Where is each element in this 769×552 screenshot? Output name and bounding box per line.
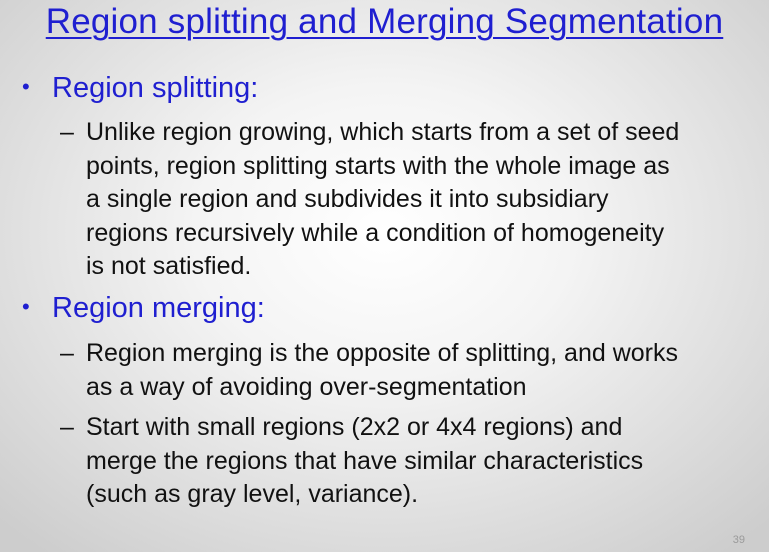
sub-point-text: Region merging is the opposite of splitt… xyxy=(86,339,678,401)
dash-icon: – xyxy=(60,339,74,367)
bullet-dot-icon: • xyxy=(22,74,30,99)
slide-title: Region splitting and Merging Segmentatio… xyxy=(45,2,724,41)
dash-icon: – xyxy=(60,118,74,146)
bullet-heading: Region merging: xyxy=(52,292,265,324)
dash-icon: – xyxy=(60,413,74,441)
bullet-region-splitting: • Region splitting: xyxy=(22,72,258,105)
bullet-heading: Region splitting: xyxy=(52,72,259,104)
bullet-dot-icon: • xyxy=(22,294,30,319)
sub-point-text: Unlike region growing, which starts from… xyxy=(86,118,680,280)
sub-point-splitting-description: – Unlike region growing, which starts fr… xyxy=(60,116,679,284)
page-number: 39 xyxy=(732,534,745,546)
sub-point-merging-description: – Region merging is the opposite of spli… xyxy=(60,337,678,404)
sub-point-merging-method: – Start with small regions (2x2 or 4x4 r… xyxy=(60,411,643,512)
sub-point-text: Start with small regions (2x2 or 4x4 reg… xyxy=(86,413,644,508)
bullet-region-merging: • Region merging: xyxy=(22,292,265,325)
